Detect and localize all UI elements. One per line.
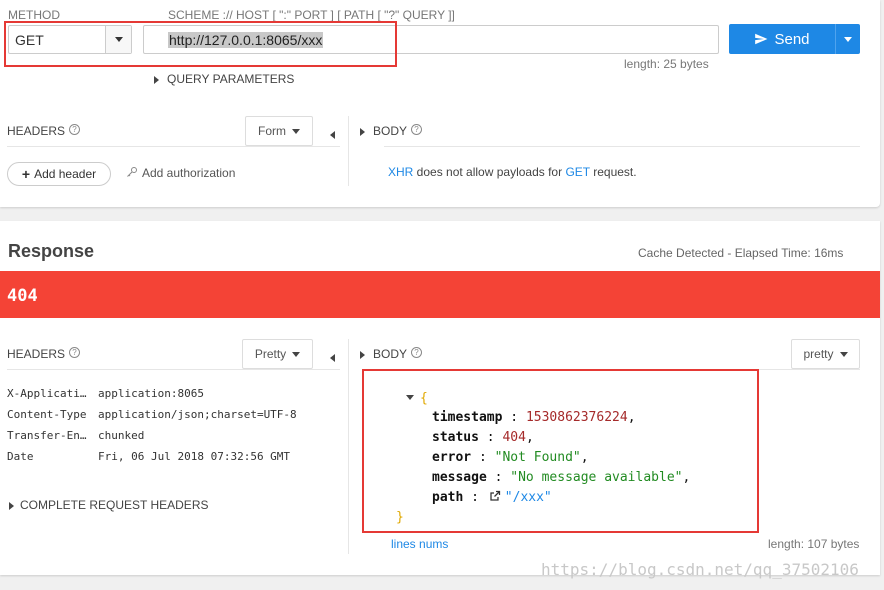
divider — [384, 146, 860, 147]
status-code: 404 — [7, 286, 38, 306]
table-row: Date Fri, 06 Jul 2018 07:32:56 GMT — [7, 450, 291, 463]
response-headers-mode-dropdown[interactable]: Pretty — [242, 339, 313, 369]
send-icon — [755, 33, 768, 45]
divider — [348, 339, 349, 554]
cache-info: Cache Detected - Elapsed Time: 16ms — [638, 246, 844, 260]
query-parameters-toggle[interactable]: QUERY PARAMETERS — [154, 72, 294, 86]
response-length: length: 107 bytes — [768, 537, 860, 551]
json-line-status: status : 404, — [432, 430, 534, 445]
chevron-down-icon — [292, 128, 300, 134]
send-button[interactable]: Send — [729, 24, 860, 54]
add-header-button[interactable]: + Add header — [7, 162, 111, 186]
xhr-link[interactable]: XHR — [388, 165, 413, 179]
json-line-path: path : "/xxx" — [432, 490, 552, 505]
lines-nums-toggle[interactable]: lines nums — [391, 537, 448, 551]
request-length: length: 25 bytes — [624, 57, 709, 71]
chevron-down-icon — [844, 36, 852, 42]
headers-mode-dropdown[interactable]: Form — [245, 116, 313, 146]
collapse-left-icon[interactable] — [330, 349, 335, 367]
highlight-box-request — [4, 21, 397, 67]
help-icon[interactable]: ? — [69, 124, 81, 135]
watermark: https://blog.csdn.net/qq_37502106 — [541, 560, 859, 579]
json-close: } — [396, 510, 404, 525]
json-line-error: error : "Not Found", — [432, 450, 589, 465]
expand-icon[interactable] — [360, 350, 365, 359]
send-label: Send — [774, 30, 810, 48]
get-link[interactable]: GET — [565, 165, 589, 179]
external-link-icon[interactable] — [489, 490, 501, 502]
xhr-payload-note: XHR does not allow payloads for GET requ… — [388, 165, 637, 179]
chevron-down-icon — [839, 351, 848, 357]
request-body-title: BODY? — [360, 124, 423, 138]
key-icon — [127, 167, 137, 177]
json-line-message: message : "No message available", — [432, 470, 691, 485]
status-bar — [0, 271, 880, 318]
help-icon[interactable]: ? — [69, 347, 81, 358]
response-title: Response — [8, 241, 95, 261]
url-hint-label: SCHEME :// HOST [ ":" PORT ] [ PATH [ "?… — [168, 8, 455, 22]
divider — [7, 369, 340, 370]
plus-icon: + — [21, 166, 31, 182]
request-headers-title: HEADERS? — [7, 124, 81, 138]
path-link[interactable]: "/xxx" — [505, 490, 552, 505]
collapse-icon[interactable] — [406, 395, 414, 400]
table-row: Transfer-Encodingchunked — [7, 429, 145, 442]
send-main-button[interactable]: Send — [729, 24, 835, 54]
divider — [348, 116, 349, 186]
table-row: X-Application-Contextapplication:8065 — [7, 387, 204, 400]
add-authorization-button[interactable]: Add authorization — [126, 166, 235, 180]
body-mode-dropdown[interactable]: pretty — [791, 339, 860, 369]
json-open: { — [406, 391, 428, 406]
response-body-title: BODY? — [360, 347, 423, 361]
chevron-down-icon — [292, 351, 301, 357]
expand-icon — [9, 501, 14, 510]
json-line-timestamp: timestamp : 1530862376224, — [432, 410, 636, 425]
method-label: METHOD — [8, 8, 60, 22]
divider — [7, 146, 340, 147]
help-icon[interactable]: ? — [411, 347, 423, 358]
expand-icon[interactable] — [360, 127, 365, 136]
response-headers-title: HEADERS? — [7, 347, 81, 361]
collapse-left-icon[interactable] — [330, 126, 335, 144]
complete-request-headers-toggle[interactable]: COMPLETE REQUEST HEADERS — [9, 498, 208, 512]
help-icon[interactable]: ? — [411, 124, 423, 135]
table-row: Content-Type application/json;charset=UTF… — [7, 408, 297, 421]
send-options-button[interactable] — [835, 24, 860, 54]
expand-icon — [154, 75, 159, 84]
